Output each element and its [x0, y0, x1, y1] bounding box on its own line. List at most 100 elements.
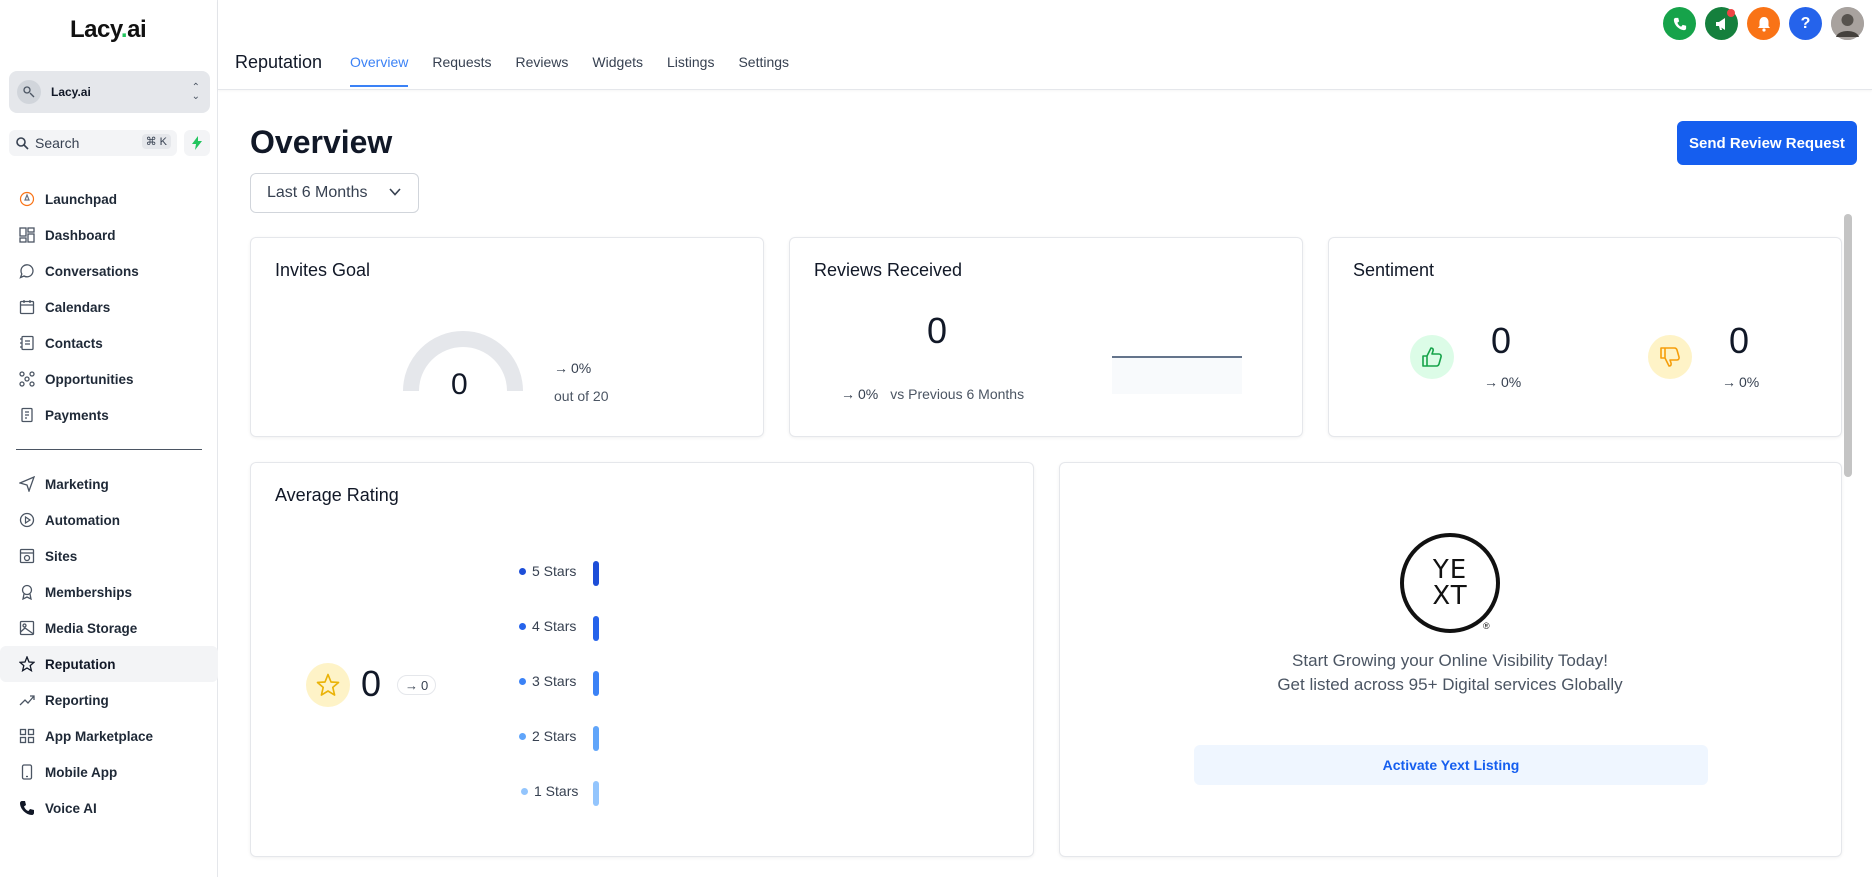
tab-overview[interactable]: Overview	[350, 54, 409, 87]
yext-logo-top: YE	[1432, 555, 1468, 585]
quick-action-button[interactable]	[184, 130, 210, 156]
invites-change-value: 0%	[571, 360, 592, 376]
page-title: Overview	[250, 124, 393, 160]
reviews-compare-text: vs Previous 6 Months	[890, 386, 1025, 402]
date-range-value: Last 6 Months	[267, 184, 368, 201]
sidebar-item-voice-ai[interactable]: Voice AI	[0, 790, 218, 826]
avatar-icon	[1831, 7, 1864, 40]
nav-group-main: Launchpad Dashboard Conversations Calend…	[0, 181, 218, 433]
star-row-1: 1 Stars	[521, 783, 578, 799]
bullet-dot	[521, 787, 528, 795]
tab-widgets[interactable]: Widgets	[592, 54, 643, 87]
top-bar: Reputation Overview Requests Reviews Wid…	[218, 0, 1872, 90]
sidebar-item-memberships[interactable]: Memberships	[0, 574, 218, 610]
sidebar-item-label: Opportunities	[45, 371, 134, 387]
sidebar-item-label: Automation	[45, 512, 120, 528]
app-logo[interactable]: Lacy.ai	[70, 16, 147, 44]
notifications-button[interactable]	[1747, 7, 1780, 40]
star-icon	[18, 656, 35, 673]
sidebar-item-mobile-app[interactable]: Mobile App	[0, 754, 218, 790]
sidebar-item-label: Memberships	[45, 584, 133, 600]
card-title: Sentiment	[1353, 260, 1435, 280]
yext-line-1: Start Growing your Online Visibility Tod…	[1292, 651, 1608, 670]
arrow-right-icon: →	[1484, 374, 1498, 390]
top-actions: ?	[1663, 7, 1864, 40]
star-row-2: 2 Stars	[519, 728, 576, 744]
yext-logo: YE XT	[1400, 533, 1500, 633]
tab-requests[interactable]: Requests	[432, 54, 491, 87]
star-row-3: 3 Stars	[519, 673, 576, 689]
negative-change: → 0%	[1722, 374, 1759, 390]
sidebar-item-label: Sites	[45, 548, 78, 564]
yext-line-2: Get listed across 95+ Digital services G…	[1277, 675, 1623, 694]
tab-bar: Overview Requests Reviews Widgets Listin…	[350, 54, 813, 87]
invites-goal-card: Invites Goal 0 → 0% out of 20	[250, 237, 764, 437]
star-row-label: 3 Stars	[532, 673, 577, 689]
tab-listings[interactable]: Listings	[667, 54, 714, 87]
yext-logo-bottom: XT	[1432, 581, 1468, 611]
send-review-request-button[interactable]: Send Review Request	[1677, 121, 1857, 165]
sidebar-item-label: Voice AI	[45, 800, 97, 816]
reviews-received-card: Reviews Received 0 → 0% vs Previous 6 Mo…	[789, 237, 1303, 437]
sidebar-item-sites[interactable]: Sites	[0, 538, 218, 574]
sidebar-item-conversations[interactable]: Conversations	[0, 253, 218, 289]
phone-button[interactable]	[1663, 7, 1696, 40]
sidebar-item-opportunities[interactable]: Opportunities	[0, 361, 218, 397]
sites-icon	[18, 548, 35, 565]
bullet-dot	[519, 622, 526, 630]
phone-icon	[18, 800, 35, 817]
opportunities-icon	[18, 371, 35, 388]
star-bar-1	[593, 781, 599, 806]
search-placeholder: Search	[35, 135, 80, 151]
activate-yext-button[interactable]: Activate Yext Listing	[1194, 745, 1708, 785]
star-bar-4	[593, 616, 599, 641]
sidebar-item-contacts[interactable]: Contacts	[0, 325, 218, 361]
arrow-right-icon: →	[1722, 374, 1736, 390]
sidebar-item-label: Reporting	[45, 692, 109, 708]
star-row-label: 2 Stars	[532, 728, 577, 744]
sidebar-item-marketing[interactable]: Marketing	[0, 466, 218, 502]
sidebar-item-calendars[interactable]: Calendars	[0, 289, 218, 325]
tab-reviews[interactable]: Reviews	[516, 54, 569, 87]
sparkline-area	[1112, 358, 1242, 394]
sidebar-item-label: Payments	[45, 407, 109, 423]
tab-settings[interactable]: Settings	[738, 54, 789, 87]
bolt-icon	[192, 136, 202, 150]
mobile-icon	[18, 764, 35, 781]
sidebar-item-label: App Marketplace	[45, 728, 154, 744]
sidebar-item-dashboard[interactable]: Dashboard	[0, 217, 218, 253]
sidebar-item-app-marketplace[interactable]: App Marketplace	[0, 718, 218, 754]
bullet-dot	[519, 567, 526, 575]
help-button[interactable]: ?	[1789, 7, 1822, 40]
app-root: Lacy.ai Lacy.ai ⌃ ⌄ Search ⌘ K Launchpad …	[0, 0, 1872, 877]
logo-tail: ai	[127, 16, 147, 43]
star-row-label: 1 Stars	[534, 783, 579, 799]
account-switcher[interactable]: Lacy.ai ⌃ ⌄	[9, 71, 210, 113]
thumbs-up-icon	[1410, 335, 1454, 379]
negative-value: 0	[1729, 320, 1750, 361]
sidebar-item-automation[interactable]: Automation	[0, 502, 218, 538]
award-icon	[18, 584, 35, 601]
sidebar-item-payments[interactable]: Payments	[0, 397, 218, 433]
announcements-button[interactable]	[1705, 7, 1738, 40]
sidebar-item-launchpad[interactable]: Launchpad	[0, 181, 218, 217]
date-range-select[interactable]: Last 6 Months	[250, 173, 419, 213]
rating-delta-value: 0	[421, 677, 429, 693]
scrollbar[interactable]	[1844, 214, 1852, 477]
negative-change-value: 0%	[1739, 374, 1760, 390]
sidebar-item-reporting[interactable]: Reporting	[0, 682, 218, 718]
sidebar-item-reputation[interactable]: Reputation	[0, 646, 218, 682]
registered-mark: ®	[1483, 621, 1490, 631]
search-input[interactable]: Search ⌘ K	[9, 130, 177, 156]
apps-icon	[18, 728, 35, 745]
sidebar-item-label: Reputation	[45, 656, 116, 672]
user-avatar[interactable]	[1831, 7, 1864, 40]
star-bar-5	[593, 561, 599, 586]
average-rating-card: Average Rating 0 → 0	[250, 462, 1034, 857]
arrow-right-icon: →	[841, 386, 855, 402]
rocket-icon	[18, 191, 35, 208]
nav-group-secondary: Marketing Automation Sites Memberships M…	[0, 466, 218, 826]
search-shortcut: ⌘ K	[141, 134, 171, 149]
sidebar-item-media-storage[interactable]: Media Storage	[0, 610, 218, 646]
bullet-dot	[519, 732, 526, 740]
